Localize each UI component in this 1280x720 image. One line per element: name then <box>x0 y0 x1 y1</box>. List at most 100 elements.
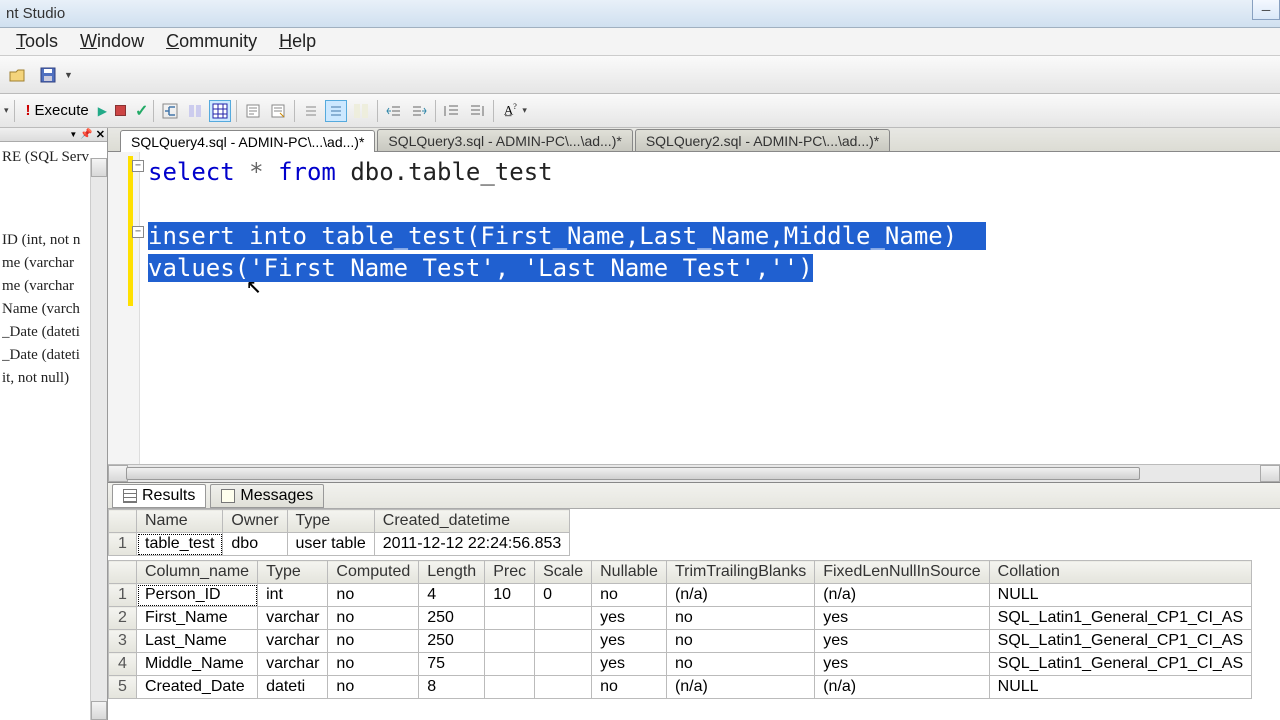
sidebar-close-icon[interactable]: ✕ <box>96 128 105 141</box>
cell[interactable]: yes <box>592 653 667 676</box>
sidebar-scrollbar[interactable] <box>90 158 107 720</box>
cell[interactable]: First_Name <box>137 607 258 630</box>
cell[interactable]: varchar <box>258 607 328 630</box>
comment-icon[interactable] <box>300 100 322 122</box>
outdent-lines-icon[interactable] <box>441 100 463 122</box>
messages-tab[interactable]: Messages <box>210 484 324 508</box>
uncomment-icon[interactable] <box>325 100 347 122</box>
specify-values-icon[interactable]: A̲? <box>499 100 521 122</box>
cell[interactable]: (n/a) <box>815 676 989 699</box>
editor-tab[interactable]: SQLQuery3.sql - ADMIN-PC\...\ad...)* <box>377 129 632 151</box>
column-header[interactable]: Computed <box>328 561 419 584</box>
cell[interactable] <box>535 676 592 699</box>
execute-button[interactable]: ! Execute <box>20 100 95 121</box>
cell[interactable]: no <box>592 676 667 699</box>
results-to-grid-icon[interactable] <box>209 100 231 122</box>
cell[interactable]: dateti <box>258 676 328 699</box>
cell[interactable]: int <box>258 584 328 607</box>
cell[interactable]: SQL_Latin1_General_CP1_CI_AS <box>989 607 1252 630</box>
cell[interactable]: no <box>328 676 419 699</box>
cell[interactable]: 10 <box>485 584 535 607</box>
cell[interactable]: 0 <box>535 584 592 607</box>
cell[interactable]: (n/a) <box>815 584 989 607</box>
cell[interactable] <box>485 676 535 699</box>
menu-window[interactable]: Window <box>70 29 154 54</box>
open-icon[interactable] <box>6 63 30 87</box>
db-dropdown-arrow-icon[interactable]: ▾ <box>4 105 9 116</box>
column-header[interactable]: Type <box>287 510 374 533</box>
cell[interactable]: varchar <box>258 630 328 653</box>
cell[interactable]: yes <box>592 630 667 653</box>
cell[interactable]: 8 <box>419 676 485 699</box>
cell[interactable]: table_test <box>137 533 223 556</box>
increase-indent-icon[interactable] <box>408 100 430 122</box>
sidebar-dropdown-icon[interactable]: ▼ <box>69 130 77 139</box>
column-header[interactable]: Scale <box>535 561 592 584</box>
dropdown-arrow-icon[interactable]: ▼ <box>64 70 73 80</box>
cell[interactable]: 2011-12-12 22:24:56.853 <box>374 533 570 556</box>
results-to-text-icon[interactable] <box>242 100 264 122</box>
cell[interactable]: Created_Date <box>137 676 258 699</box>
editor-tab-active[interactable]: SQLQuery4.sql - ADMIN-PC\...\ad...)* <box>120 130 375 152</box>
cell[interactable]: NULL <box>989 584 1252 607</box>
results-to-file-icon[interactable] <box>267 100 289 122</box>
cell[interactable] <box>535 653 592 676</box>
save-icon[interactable] <box>36 63 60 87</box>
fold-toggle-icon[interactable]: − <box>132 226 144 238</box>
column-header[interactable]: FixedLenNullInSource <box>815 561 989 584</box>
menu-tools[interactable]: Tools <box>6 29 68 54</box>
decrease-indent-icon[interactable] <box>383 100 405 122</box>
cell[interactable]: yes <box>815 607 989 630</box>
cell[interactable]: 250 <box>419 630 485 653</box>
cell[interactable]: varchar <box>258 653 328 676</box>
table-row[interactable]: 1 Person_ID int no 4 10 0 no (n/a) (n/a)… <box>109 584 1252 607</box>
cell[interactable]: NULL <box>989 676 1252 699</box>
cell[interactable] <box>485 630 535 653</box>
cell[interactable]: no <box>328 584 419 607</box>
cell[interactable]: 75 <box>419 653 485 676</box>
cell[interactable] <box>535 630 592 653</box>
fold-toggle-icon[interactable]: − <box>132 160 144 172</box>
table-row[interactable]: 5 Created_Date dateti no 8 no (n/a) (n/a… <box>109 676 1252 699</box>
menu-help[interactable]: Help <box>269 29 326 54</box>
column-header[interactable]: Type <box>258 561 328 584</box>
sidebar-pin-icon[interactable]: 📌 <box>80 129 92 140</box>
column-header[interactable]: Prec <box>485 561 535 584</box>
cell[interactable]: no <box>328 653 419 676</box>
cell[interactable]: 250 <box>419 607 485 630</box>
cell[interactable]: dbo <box>223 533 287 556</box>
cell[interactable]: yes <box>592 607 667 630</box>
menu-community[interactable]: Community <box>156 29 267 54</box>
table-row[interactable]: 1 table_test dbo user table 2011-12-12 2… <box>109 533 570 556</box>
column-header[interactable]: Length <box>419 561 485 584</box>
column-header[interactable]: Owner <box>223 510 287 533</box>
cell[interactable]: yes <box>815 653 989 676</box>
column-header[interactable]: TrimTrailingBlanks <box>666 561 814 584</box>
cell[interactable] <box>535 607 592 630</box>
column-header[interactable]: Name <box>137 510 223 533</box>
results-tab[interactable]: Results <box>112 484 206 508</box>
cell[interactable]: no <box>666 607 814 630</box>
table-row[interactable]: 3 Last_Name varchar no 250 yes no yes SQ… <box>109 630 1252 653</box>
include-actual-plan-icon[interactable] <box>184 100 206 122</box>
debug-play-icon[interactable]: ▶ <box>98 104 107 118</box>
display-estimated-plan-icon[interactable] <box>159 100 181 122</box>
code-editor[interactable]: − − select * from dbo.table_test insert … <box>108 152 1280 482</box>
cell[interactable] <box>485 653 535 676</box>
column-header[interactable]: Collation <box>989 561 1252 584</box>
column-header[interactable]: Column_name <box>137 561 258 584</box>
scrollbar-thumb[interactable] <box>126 467 1140 480</box>
cell[interactable]: no <box>592 584 667 607</box>
cell[interactable]: Last_Name <box>137 630 258 653</box>
cell[interactable]: user table <box>287 533 374 556</box>
cell[interactable]: Person_ID <box>137 584 258 607</box>
cell[interactable]: 4 <box>419 584 485 607</box>
result-grid-1[interactable]: Name Owner Type Created_datetime 1 table… <box>108 509 570 556</box>
toolbar-overflow-icon[interactable]: ▾ <box>522 105 527 116</box>
cell[interactable]: (n/a) <box>666 584 814 607</box>
cell[interactable]: no <box>328 607 419 630</box>
cell[interactable]: (n/a) <box>666 676 814 699</box>
cell[interactable]: SQL_Latin1_General_CP1_CI_AS <box>989 653 1252 676</box>
cell[interactable]: yes <box>815 630 989 653</box>
stop-button[interactable] <box>110 100 132 122</box>
